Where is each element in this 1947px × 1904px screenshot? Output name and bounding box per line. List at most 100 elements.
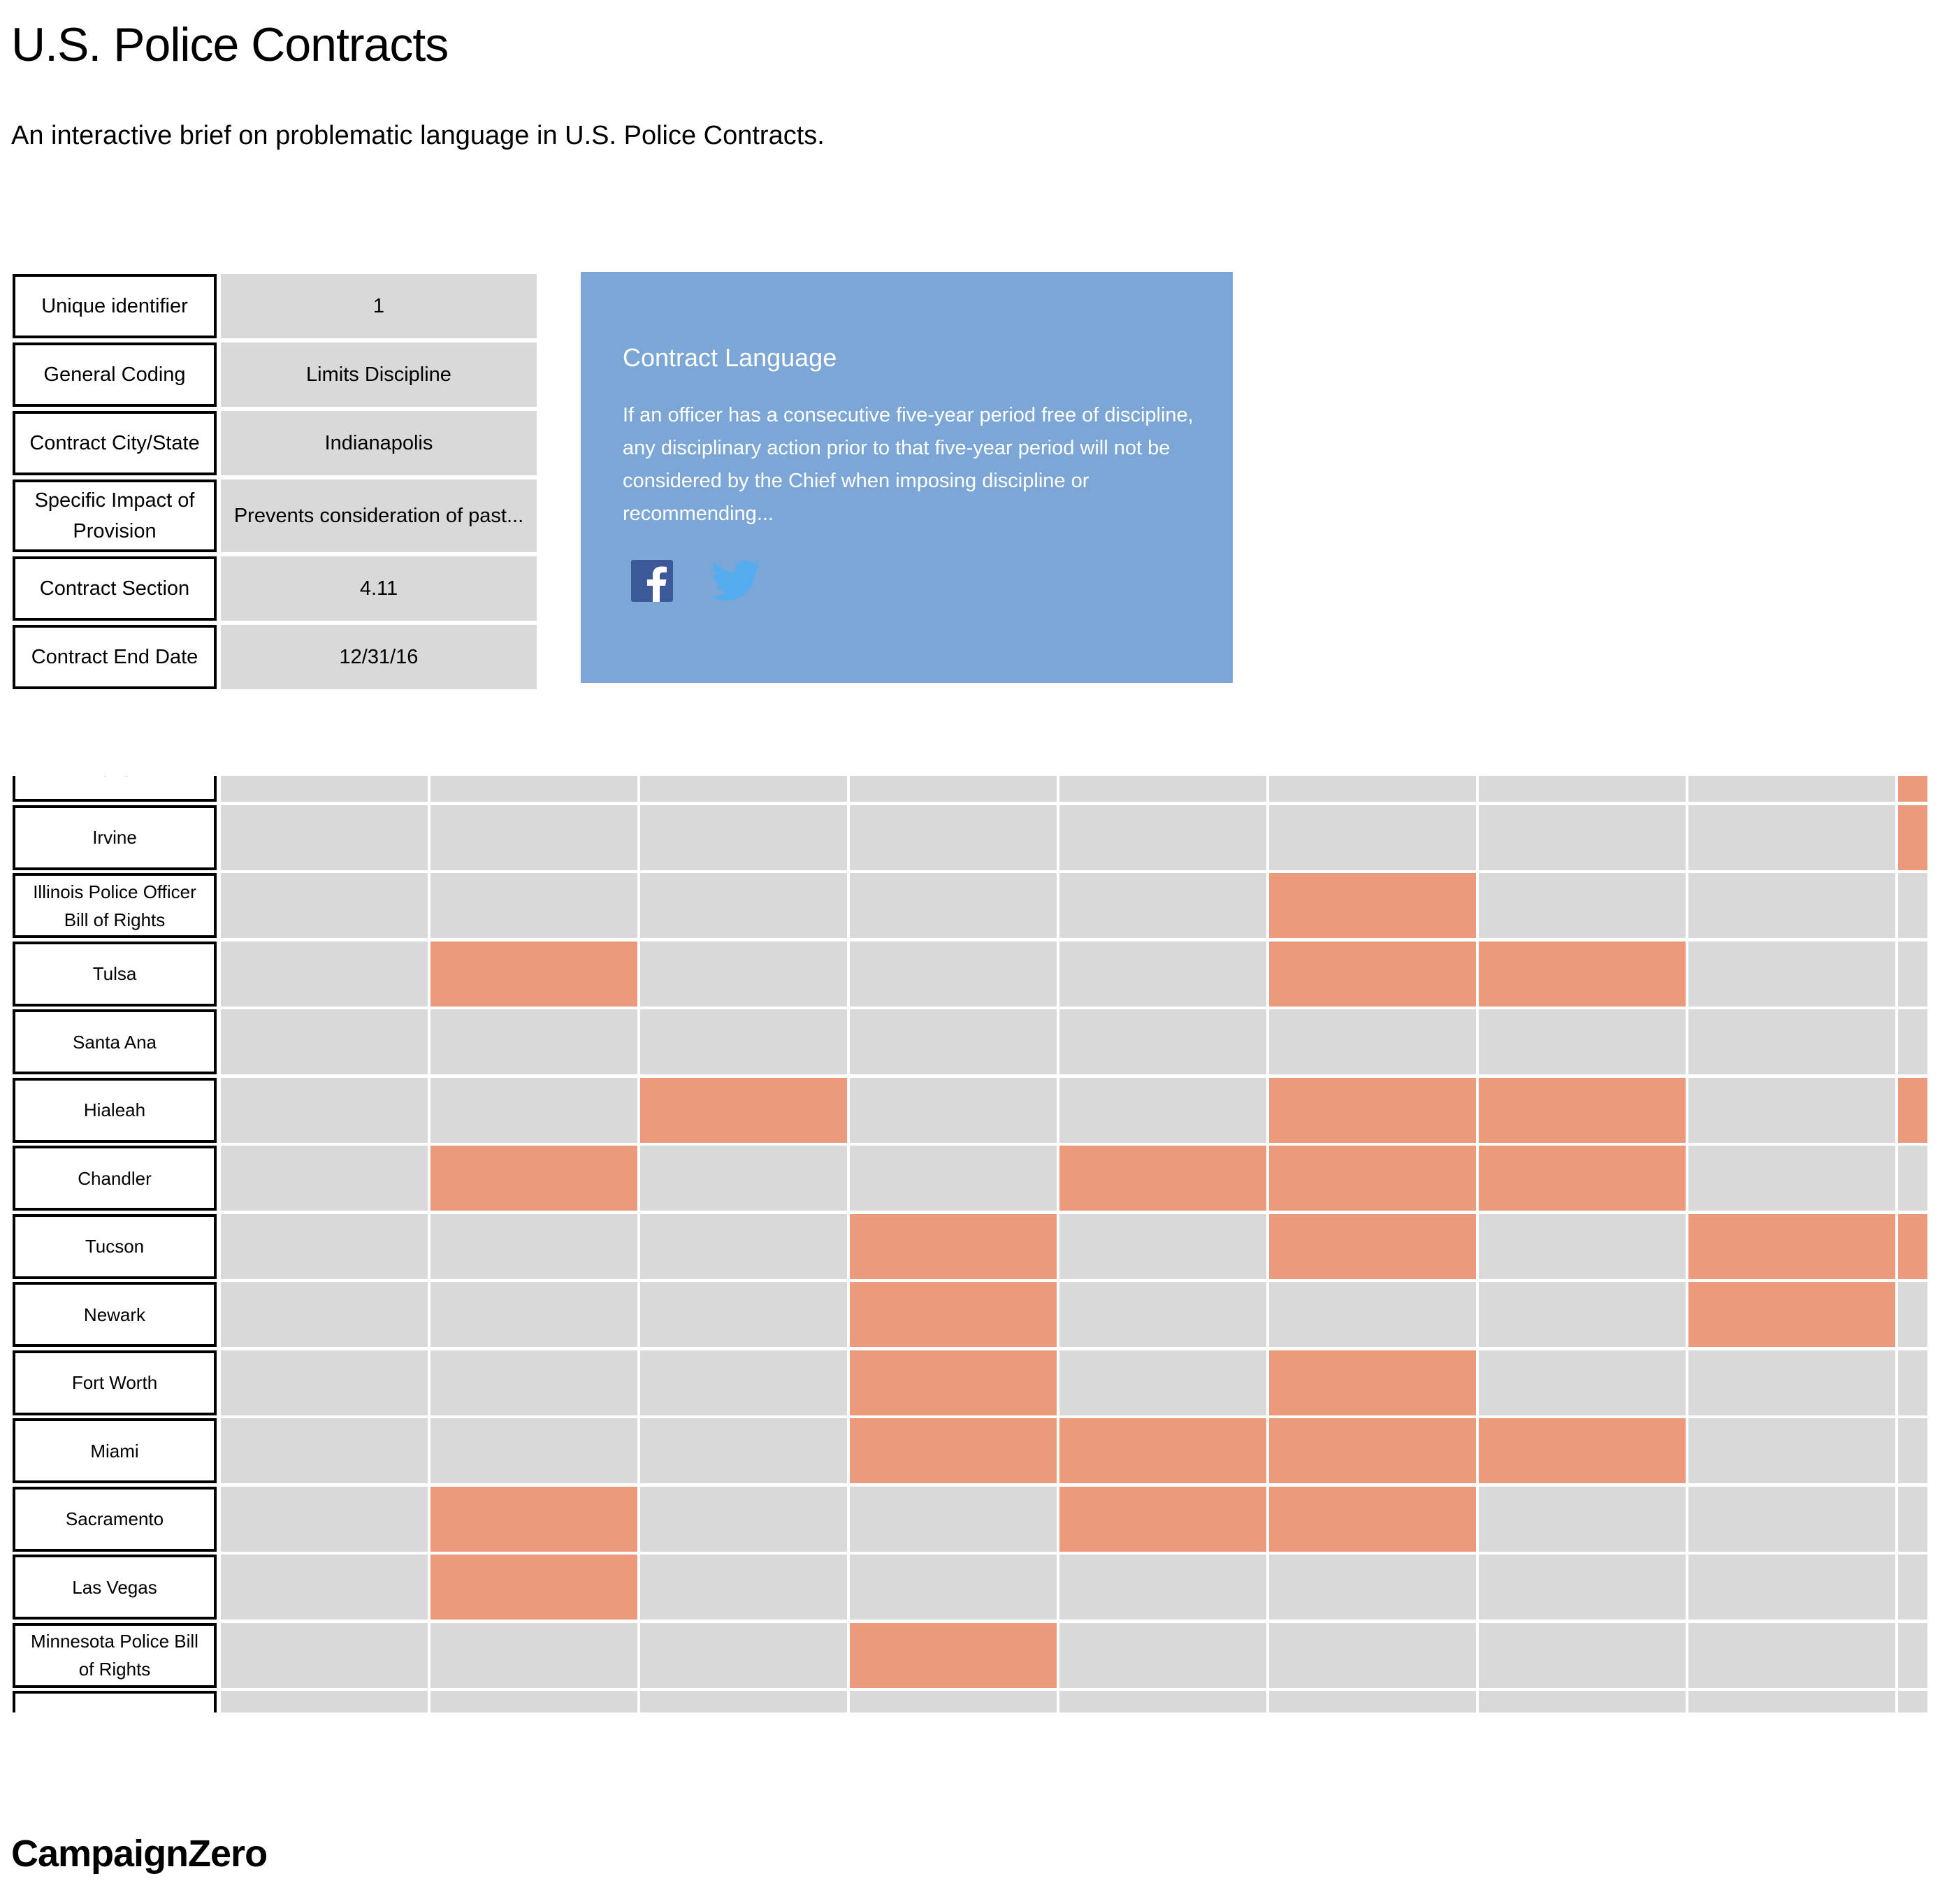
grid-cell[interactable] (1479, 1350, 1686, 1415)
grid-cell[interactable] (640, 776, 847, 802)
grid-cell[interactable] (221, 1282, 428, 1347)
grid-row-label[interactable]: Chandler (13, 1146, 217, 1211)
grid-cell-flagged[interactable] (850, 1282, 1057, 1347)
grid-cell[interactable] (640, 805, 847, 870)
grid-cell[interactable] (1269, 1622, 1476, 1688)
grid-cell[interactable] (221, 1009, 428, 1074)
grid-cell-flagged[interactable] (1269, 1418, 1476, 1483)
grid-row-label[interactable]: Illinois Police Officer Bill of Rights (13, 873, 217, 938)
grid-row-label[interactable]: Anaheim (13, 776, 217, 802)
grid-row-label[interactable]: Santa Ana (13, 1009, 217, 1074)
grid-cell[interactable] (430, 1350, 637, 1415)
grid-cell[interactable] (1688, 1418, 1895, 1483)
grid-cell[interactable] (640, 1282, 847, 1347)
grid-cell[interactable] (430, 776, 637, 802)
grid-cell[interactable] (1059, 1009, 1266, 1074)
grid-cell[interactable] (1059, 1691, 1266, 1712)
grid-cell[interactable] (1059, 776, 1266, 802)
grid-cell-flagged[interactable] (1269, 941, 1476, 1007)
grid-cell-flagged[interactable] (1898, 1213, 1927, 1279)
grid-cell[interactable] (1688, 1691, 1895, 1712)
grid-cell[interactable] (221, 873, 428, 938)
grid-cell[interactable] (640, 1146, 847, 1211)
grid-cell[interactable] (1898, 1418, 1927, 1483)
grid-cell[interactable] (430, 1691, 637, 1712)
grid-cell[interactable] (1269, 1282, 1476, 1347)
grid-cell-flagged[interactable] (1269, 1350, 1476, 1415)
grid-cell[interactable] (1269, 1555, 1476, 1620)
grid-cell[interactable] (1059, 941, 1266, 1007)
grid-cell[interactable] (1269, 1691, 1476, 1712)
grid-cell-flagged[interactable] (1688, 1282, 1895, 1347)
grid-cell[interactable] (850, 1146, 1057, 1211)
grid-cell[interactable] (850, 1009, 1057, 1074)
grid-cell[interactable] (640, 1009, 847, 1074)
grid-cell[interactable] (221, 776, 428, 802)
grid-cell-flagged[interactable] (1269, 1146, 1476, 1211)
grid-cell[interactable] (1898, 1282, 1927, 1347)
grid-cell[interactable] (1688, 1555, 1895, 1620)
grid-cell[interactable] (1898, 1146, 1927, 1211)
twitter-icon[interactable] (711, 560, 761, 602)
grid-row-label[interactable]: Tulsa (13, 941, 217, 1007)
grid-cell[interactable] (1688, 1077, 1895, 1143)
grid-cell[interactable] (430, 1077, 637, 1143)
grid-cell[interactable] (1898, 1555, 1927, 1620)
grid-cell[interactable] (1059, 1622, 1266, 1688)
grid-cell[interactable] (640, 1555, 847, 1620)
grid-cell-flagged[interactable] (1479, 1077, 1686, 1143)
grid-cell[interactable] (1059, 805, 1266, 870)
grid-cell-flagged[interactable] (850, 1418, 1057, 1483)
grid-cell[interactable] (430, 1213, 637, 1279)
grid-cell[interactable] (1059, 1282, 1266, 1347)
grid-cell-flagged[interactable] (850, 1622, 1057, 1688)
grid-cell-flagged[interactable] (1898, 805, 1927, 870)
grid-cell[interactable] (430, 873, 637, 938)
grid-cell[interactable] (430, 805, 637, 870)
grid-cell[interactable] (1688, 805, 1895, 870)
grid-cell[interactable] (1479, 1555, 1686, 1620)
grid-cell[interactable] (850, 776, 1057, 802)
grid-cell[interactable] (1479, 1009, 1686, 1074)
grid-cell[interactable] (430, 1418, 637, 1483)
grid-row-label[interactable]: Sacramento (13, 1486, 217, 1552)
grid-cell-flagged[interactable] (1898, 776, 1927, 802)
grid-cell-flagged[interactable] (430, 1555, 637, 1620)
grid-cell-flagged[interactable] (1479, 1146, 1686, 1211)
grid-cell[interactable] (1479, 776, 1686, 802)
grid-cell[interactable] (1898, 1486, 1927, 1552)
grid-cell[interactable] (850, 1486, 1057, 1552)
grid-cell-flagged[interactable] (1269, 873, 1476, 938)
grid-row-label[interactable]: Irvine (13, 805, 217, 870)
grid-cell-flagged[interactable] (640, 1077, 847, 1143)
grid-cell[interactable] (640, 1213, 847, 1279)
grid-cell[interactable] (221, 1213, 428, 1279)
grid-cell[interactable] (640, 1418, 847, 1483)
grid-cell[interactable] (640, 1486, 847, 1552)
grid-row-label[interactable]: Miami (13, 1418, 217, 1483)
grid-cell[interactable] (1059, 1213, 1266, 1279)
grid-cell[interactable] (1688, 1009, 1895, 1074)
grid-cell[interactable] (1269, 1009, 1476, 1074)
grid-cell[interactable] (850, 805, 1057, 870)
grid-cell-flagged[interactable] (430, 1146, 637, 1211)
grid-cell[interactable] (640, 1622, 847, 1688)
grid-cell-flagged[interactable] (1269, 1213, 1476, 1279)
grid-row-label[interactable]: Minnesota Police Bill of Rights (13, 1622, 217, 1688)
grid-cell[interactable] (1898, 941, 1927, 1007)
grid-cell[interactable] (1479, 1213, 1686, 1279)
grid-cell[interactable] (850, 1691, 1057, 1712)
grid-cell[interactable] (1269, 805, 1476, 870)
grid-cell[interactable] (1688, 873, 1895, 938)
grid-row-label[interactable]: Tucson (13, 1213, 217, 1279)
grid-cell-flagged[interactable] (1269, 1486, 1476, 1552)
grid-cell[interactable] (430, 1009, 637, 1074)
grid-cell-flagged[interactable] (430, 1486, 637, 1552)
grid-cell[interactable] (1059, 1077, 1266, 1143)
grid-cell[interactable] (640, 941, 847, 1007)
grid-cell-flagged[interactable] (850, 1213, 1057, 1279)
grid-cell[interactable] (1479, 1282, 1686, 1347)
grid-cell-flagged[interactable] (1479, 1418, 1686, 1483)
grid-cell[interactable] (1688, 1486, 1895, 1552)
grid-cell[interactable] (1479, 1486, 1686, 1552)
